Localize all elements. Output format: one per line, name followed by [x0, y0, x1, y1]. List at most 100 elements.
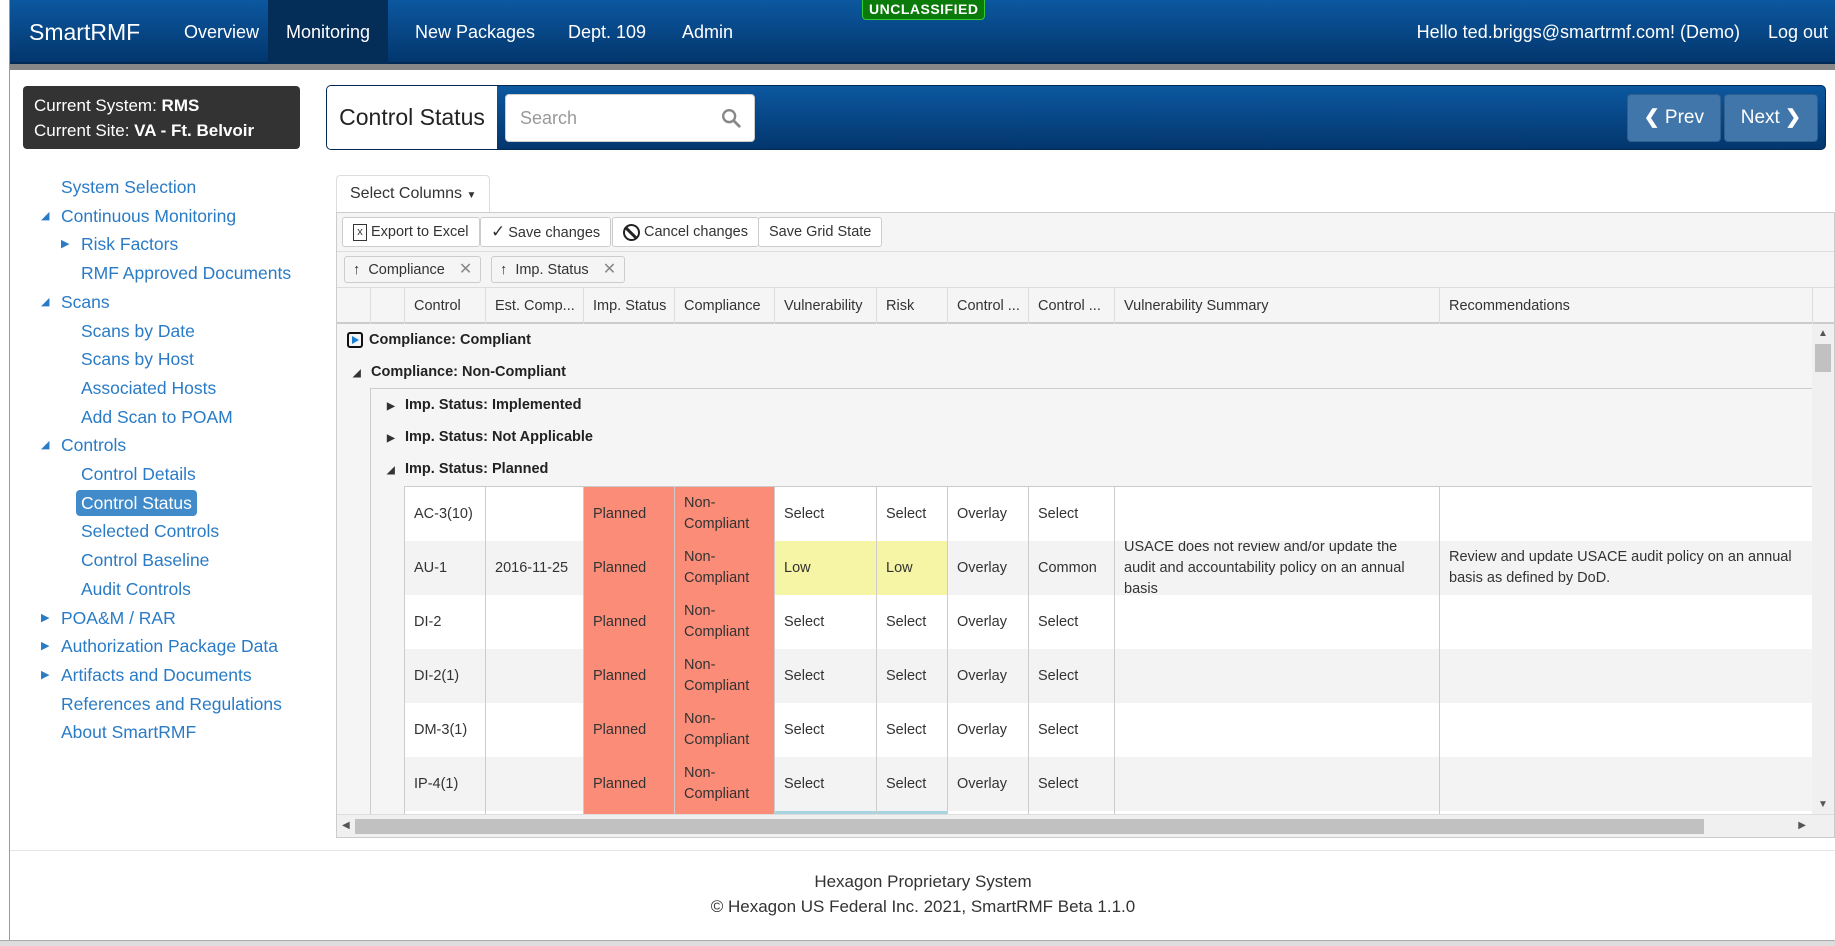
- cancel-changes-button[interactable]: Cancel changes: [612, 217, 759, 247]
- expand-icon[interactable]: ▶: [387, 423, 405, 455]
- cell-rec[interactable]: [1439, 595, 1812, 649]
- cell-compliance[interactable]: Non-Compliant: [674, 649, 774, 703]
- cell-risk[interactable]: Select: [876, 757, 947, 811]
- cell-rec[interactable]: [1439, 649, 1812, 703]
- nav-overview[interactable]: Overview: [166, 0, 277, 64]
- cell-est[interactable]: [485, 595, 583, 649]
- cell-c1[interactable]: Overlay: [947, 595, 1028, 649]
- select-columns-dropdown[interactable]: Select Columns ▼: [336, 175, 491, 213]
- col-recommendations[interactable]: Recommendations: [1439, 288, 1812, 324]
- search-input[interactable]: [520, 103, 710, 133]
- save-grid-state-button[interactable]: Save Grid State: [758, 217, 883, 247]
- cell-vuln[interactable]: Low: [774, 541, 876, 595]
- sidebar-item-selected-controls[interactable]: Selected Controls: [81, 518, 219, 544]
- sidebar-item-scans-by-date[interactable]: Scans by Date: [81, 318, 195, 344]
- cell-summary[interactable]: [1114, 757, 1439, 811]
- sidebar-item-artifacts-and-documents[interactable]: ▶ Artifacts and Documents: [41, 662, 252, 688]
- table-row[interactable]: DI-2 Planned Non-Compliant Select Select Over…: [404, 595, 1812, 649]
- col-control[interactable]: Control: [404, 288, 485, 324]
- cell-risk[interactable]: Select: [876, 595, 947, 649]
- cell-vuln[interactable]: Select: [774, 595, 876, 649]
- sidebar-item-rmf-approved-documents[interactable]: RMF Approved Documents: [81, 260, 291, 286]
- remove-group-icon[interactable]: ✕: [603, 261, 616, 278]
- cell-vuln[interactable]: Select: [774, 649, 876, 703]
- cell-risk[interactable]: Select: [876, 703, 947, 757]
- nav-dept-109[interactable]: Dept. 109: [550, 0, 664, 64]
- remove-group-icon[interactable]: ✕: [459, 261, 472, 278]
- cell-risk[interactable]: Select: [876, 649, 947, 703]
- prev-button[interactable]: ❮ Prev: [1626, 94, 1721, 142]
- col-control-designation[interactable]: Control ...: [1028, 288, 1114, 324]
- cell-rec[interactable]: [1439, 757, 1812, 811]
- table-row[interactable]: DM-3(1) Planned Non-Compliant Select Select O…: [404, 703, 1812, 757]
- sidebar-item-add-scan-to-poam[interactable]: Add Scan to POAM: [81, 404, 233, 430]
- group-row-planned[interactable]: ◢ Imp. Status: Planned: [387, 453, 548, 485]
- cell-c2[interactable]: Select: [1028, 649, 1114, 703]
- col-vulnerability[interactable]: Vulnerability: [774, 288, 876, 324]
- sidebar-item-control-status[interactable]: Control Status: [76, 490, 197, 516]
- search-box[interactable]: [505, 94, 755, 142]
- cell-control[interactable]: DI-2(1): [404, 649, 485, 703]
- sidebar-item-poa-m-rar[interactable]: ▶ POA&M / RAR: [41, 605, 176, 631]
- expand-arrow-icon[interactable]: ▶: [41, 605, 49, 631]
- cell-c1[interactable]: Overlay: [947, 487, 1028, 541]
- cell-summary[interactable]: [1114, 487, 1439, 541]
- cell-rec[interactable]: Review and update USACE audit policy on …: [1439, 541, 1812, 595]
- cell-compliance[interactable]: Non-Compliant: [674, 703, 774, 757]
- vertical-scroll-thumb[interactable]: [1815, 344, 1831, 372]
- cell-c1[interactable]: Overlay: [947, 757, 1028, 811]
- cell-rec[interactable]: [1439, 487, 1812, 541]
- collapse-arrow-icon[interactable]: ◢: [41, 432, 49, 458]
- sidebar-item-authorization-package-data[interactable]: ▶ Authorization Package Data: [41, 633, 278, 659]
- col-imp-status[interactable]: Imp. Status: [583, 288, 674, 324]
- cell-risk[interactable]: Low: [876, 541, 947, 595]
- table-row[interactable]: AC-3(10) Planned Non-Compliant Select Select…: [404, 487, 1812, 541]
- expand-arrow-icon[interactable]: ▶: [41, 662, 49, 688]
- col-compliance[interactable]: Compliance: [674, 288, 774, 324]
- cell-c2[interactable]: Select: [1028, 757, 1114, 811]
- save-changes-button[interactable]: ✓ Save changes: [480, 217, 612, 247]
- group-row-compliant[interactable]: Compliance: Compliant: [347, 324, 531, 356]
- cell-c2[interactable]: Common: [1028, 541, 1114, 595]
- group-row-non-compliant[interactable]: ◢ Compliance: Non-Compliant: [353, 356, 566, 388]
- cell-summary[interactable]: [1114, 595, 1439, 649]
- expand-arrow-icon[interactable]: ▶: [61, 231, 69, 257]
- cell-est[interactable]: 2016-11-25: [485, 541, 583, 595]
- cell-summary[interactable]: [1114, 649, 1439, 703]
- scroll-right-icon[interactable]: ▶: [1798, 820, 1806, 831]
- sidebar-item-audit-controls[interactable]: Audit Controls: [81, 576, 191, 602]
- cell-summary[interactable]: [1114, 703, 1439, 757]
- cell-vuln[interactable]: Select: [774, 703, 876, 757]
- next-button[interactable]: Next ❯: [1723, 94, 1818, 142]
- cell-est[interactable]: [485, 757, 583, 811]
- vertical-scrollbar[interactable]: ▲ ▼: [1812, 324, 1834, 814]
- horizontal-scrollbar[interactable]: ◀ ▶: [337, 814, 1834, 837]
- cell-imp[interactable]: Planned: [583, 541, 674, 595]
- table-row[interactable]: IP-4(1) Planned Non-Compliant Select Select O…: [404, 757, 1812, 811]
- col-control-type[interactable]: Control ...: [947, 288, 1028, 324]
- cell-control[interactable]: AU-1: [404, 541, 485, 595]
- export-excel-button[interactable]: x Export to Excel: [342, 217, 480, 247]
- cell-imp[interactable]: Planned: [583, 649, 674, 703]
- cell-risk[interactable]: Select: [876, 487, 947, 541]
- sidebar-item-controls[interactable]: ◢ Controls: [41, 432, 126, 458]
- cell-compliance[interactable]: Non-Compliant: [674, 541, 774, 595]
- expand-icon[interactable]: ▶: [387, 391, 405, 423]
- col-vulnerability-summary[interactable]: Vulnerability Summary: [1114, 288, 1439, 324]
- nav-monitoring[interactable]: Monitoring: [268, 0, 389, 64]
- cell-est[interactable]: [485, 703, 583, 757]
- cell-control[interactable]: DM-3(1): [404, 703, 485, 757]
- cell-summary[interactable]: USACE does not review and/or update the …: [1114, 541, 1439, 595]
- cell-c1[interactable]: Overlay: [947, 541, 1028, 595]
- cell-imp[interactable]: Planned: [583, 487, 674, 541]
- cell-control[interactable]: DI-2: [404, 595, 485, 649]
- collapse-icon[interactable]: ◢: [387, 455, 405, 487]
- brand-logo[interactable]: SmartRMF: [29, 19, 140, 46]
- cell-compliance[interactable]: Non-Compliant: [674, 757, 774, 811]
- cell-vuln[interactable]: Select: [774, 757, 876, 811]
- horizontal-scroll-thumb[interactable]: [355, 819, 1704, 834]
- cell-est[interactable]: [485, 649, 583, 703]
- table-row[interactable]: AU-1 2016-11-25 Planned Non-Compliant Low Low…: [404, 541, 1812, 595]
- group-chip-compliance[interactable]: ↑ Compliance ✕: [344, 256, 482, 283]
- cell-compliance[interactable]: Non-Compliant: [674, 487, 774, 541]
